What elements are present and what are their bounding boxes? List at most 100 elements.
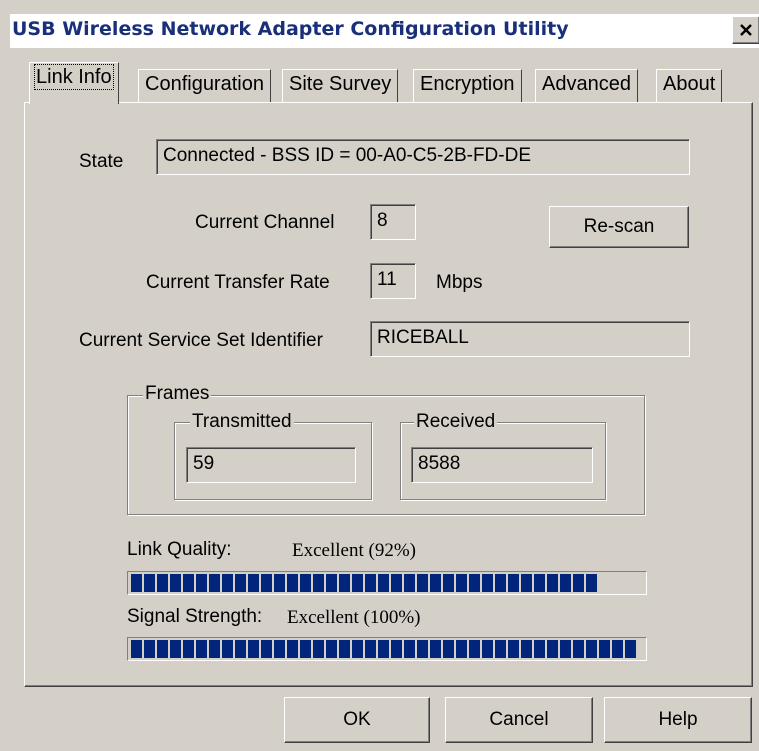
progress-segment bbox=[287, 574, 298, 592]
progress-segment bbox=[274, 574, 285, 592]
progress-segment bbox=[404, 640, 415, 658]
tab-advanced[interactable]: Advanced bbox=[535, 69, 638, 103]
signal-strength-bar bbox=[127, 637, 647, 661]
tab-encryption[interactable]: Encryption bbox=[413, 69, 522, 103]
progress-segment bbox=[547, 574, 558, 592]
ok-button[interactable]: OK bbox=[284, 697, 430, 743]
tab-about[interactable]: About bbox=[656, 69, 723, 103]
progress-segment bbox=[482, 574, 493, 592]
progress-segment bbox=[443, 640, 454, 658]
received-label: Received bbox=[414, 411, 498, 433]
tab-label: Advanced bbox=[542, 73, 631, 95]
transfer-rate-field: 11 bbox=[370, 263, 416, 299]
progress-segment bbox=[222, 574, 233, 592]
progress-segment bbox=[430, 574, 441, 592]
progress-segment bbox=[586, 640, 597, 658]
progress-segment bbox=[235, 640, 246, 658]
signal-strength-value: Excellent (100%) bbox=[287, 607, 421, 628]
progress-segment bbox=[521, 574, 532, 592]
progress-segment bbox=[417, 574, 428, 592]
progress-segment bbox=[261, 574, 272, 592]
progress-segment bbox=[352, 640, 363, 658]
tab-label: About bbox=[663, 73, 716, 95]
progress-segment bbox=[495, 640, 506, 658]
ssid-field: RICEBALL bbox=[370, 321, 690, 357]
progress-segment bbox=[534, 640, 545, 658]
close-button[interactable] bbox=[732, 16, 759, 44]
window-title: USB Wireless Network Adapter Configurati… bbox=[12, 18, 569, 40]
progress-segment bbox=[560, 574, 571, 592]
received-field: 8588 bbox=[411, 447, 593, 483]
progress-segment bbox=[222, 640, 233, 658]
tab-label: Configuration bbox=[145, 73, 264, 95]
progress-segment bbox=[131, 640, 142, 658]
progress-segment bbox=[573, 574, 584, 592]
rescan-button[interactable]: Re-scan bbox=[549, 206, 689, 248]
tab-link-info[interactable]: Link Info bbox=[29, 62, 119, 104]
signal-strength-label: Signal Strength: bbox=[127, 606, 263, 627]
tab-configuration[interactable]: Configuration bbox=[138, 69, 271, 103]
help-button[interactable]: Help bbox=[604, 697, 752, 743]
progress-segment bbox=[469, 640, 480, 658]
progress-segment bbox=[378, 640, 389, 658]
progress-segment bbox=[521, 640, 532, 658]
progress-segment bbox=[547, 640, 558, 658]
progress-segment bbox=[365, 574, 376, 592]
progress-segment bbox=[287, 640, 298, 658]
progress-segment bbox=[209, 640, 220, 658]
tab-site-survey[interactable]: Site Survey bbox=[282, 69, 399, 103]
progress-segment bbox=[131, 574, 142, 592]
tab-label: Encryption bbox=[420, 73, 515, 95]
progress-segment bbox=[404, 574, 415, 592]
progress-segment bbox=[144, 640, 155, 658]
close-icon bbox=[740, 24, 752, 36]
progress-segment bbox=[248, 574, 259, 592]
title-bar[interactable]: USB Wireless Network Adapter Configurati… bbox=[10, 14, 759, 48]
transfer-rate-label: Current Transfer Rate bbox=[146, 272, 330, 293]
progress-segment bbox=[170, 574, 181, 592]
state-field: Connected - BSS ID = 00-A0-C5-2B-FD-DE bbox=[156, 139, 690, 175]
progress-segment bbox=[443, 574, 454, 592]
link-quality-bar bbox=[127, 571, 647, 595]
progress-segment bbox=[196, 574, 207, 592]
progress-segment bbox=[495, 574, 506, 592]
progress-segment bbox=[170, 640, 181, 658]
progress-segment bbox=[534, 574, 545, 592]
progress-segment bbox=[456, 640, 467, 658]
link-quality-value: Excellent (92%) bbox=[292, 540, 416, 561]
transmitted-label: Transmitted bbox=[190, 411, 294, 433]
progress-segment bbox=[157, 574, 168, 592]
progress-segment bbox=[300, 574, 311, 592]
dialog-window: USB Wireless Network Adapter Configurati… bbox=[0, 0, 759, 751]
progress-segment bbox=[183, 574, 194, 592]
progress-segment bbox=[456, 574, 467, 592]
transfer-rate-unit: Mbps bbox=[436, 272, 483, 293]
link-quality-fill bbox=[131, 574, 643, 592]
progress-segment bbox=[391, 640, 402, 658]
progress-segment bbox=[274, 640, 285, 658]
progress-segment bbox=[300, 640, 311, 658]
progress-segment bbox=[313, 574, 324, 592]
progress-segment bbox=[378, 574, 389, 592]
progress-segment bbox=[352, 574, 363, 592]
progress-segment bbox=[417, 640, 428, 658]
progress-segment bbox=[430, 640, 441, 658]
progress-segment bbox=[144, 574, 155, 592]
progress-segment bbox=[326, 640, 337, 658]
progress-segment bbox=[365, 640, 376, 658]
progress-segment bbox=[482, 640, 493, 658]
progress-segment bbox=[599, 640, 610, 658]
cancel-button[interactable]: Cancel bbox=[445, 697, 593, 743]
progress-segment bbox=[157, 640, 168, 658]
progress-segment bbox=[339, 574, 350, 592]
progress-segment bbox=[183, 640, 194, 658]
progress-segment bbox=[508, 640, 519, 658]
progress-segment bbox=[508, 574, 519, 592]
progress-segment bbox=[586, 574, 597, 592]
progress-segment bbox=[326, 574, 337, 592]
progress-segment bbox=[196, 640, 207, 658]
progress-segment bbox=[313, 640, 324, 658]
signal-strength-fill bbox=[131, 640, 643, 658]
progress-segment bbox=[235, 574, 246, 592]
state-label: State bbox=[79, 151, 124, 172]
